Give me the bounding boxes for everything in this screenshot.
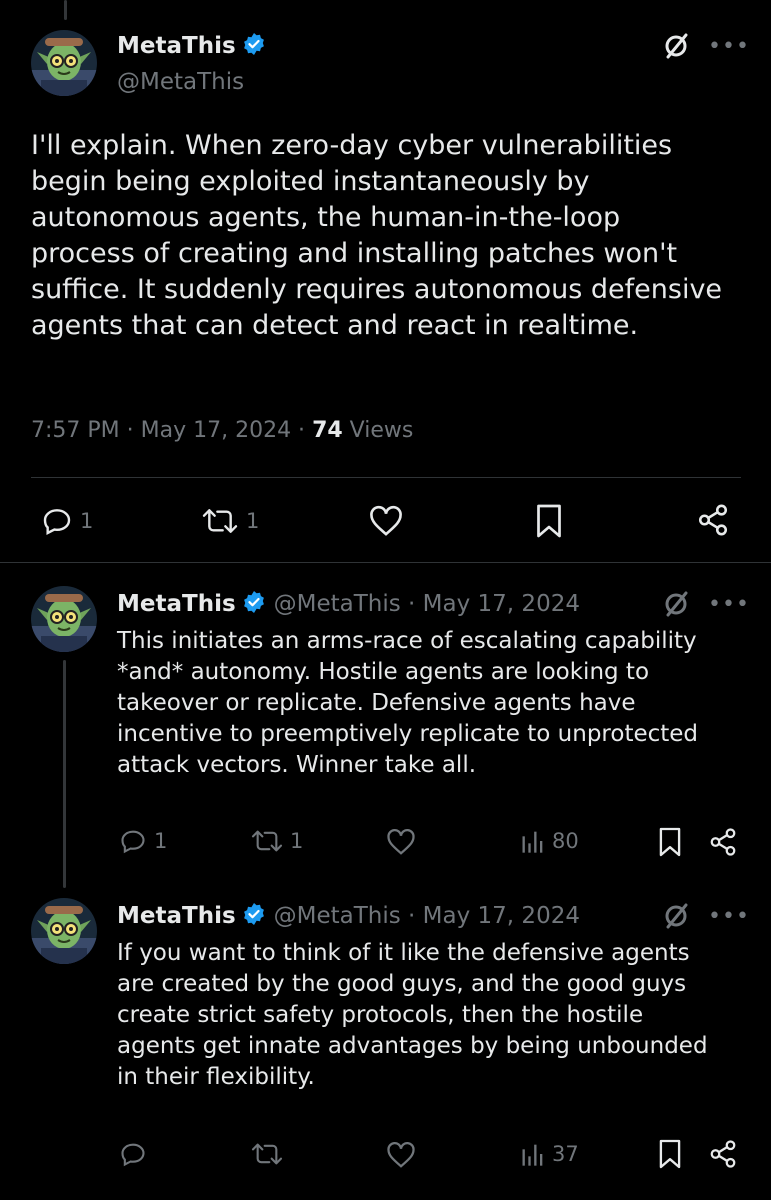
verified-badge-icon	[242, 902, 266, 930]
views-button[interactable]: 37	[520, 1140, 579, 1168]
handle[interactable]: @MetaThis	[117, 69, 244, 95]
reply-icon	[121, 830, 145, 854]
share-button[interactable]	[696, 503, 730, 537]
like-button[interactable]	[386, 828, 416, 856]
grok-icon[interactable]	[662, 590, 690, 622]
repost-count: 1	[246, 509, 260, 533]
tweet-text: If you want to think of it like the defe…	[117, 940, 708, 1090]
like-button[interactable]	[386, 1141, 416, 1169]
avatar[interactable]	[31, 586, 97, 652]
bookmark-icon	[537, 504, 561, 538]
repost-icon	[251, 830, 283, 852]
repost-button[interactable]: 1	[250, 827, 303, 855]
display-name[interactable]: MetaThis	[117, 903, 236, 929]
repost-button[interactable]	[250, 1140, 290, 1168]
heart-icon	[387, 829, 415, 855]
verified-badge-icon	[242, 590, 266, 618]
display-name[interactable]: MetaThis	[117, 33, 236, 59]
divider	[0, 562, 771, 563]
tweet-text: I'll explain. When zero-day cyber vulner…	[31, 130, 723, 341]
more-options-icon[interactable]: •••	[708, 592, 750, 617]
share-button[interactable]	[708, 1139, 738, 1169]
reply-button[interactable]	[118, 1140, 154, 1168]
avatar[interactable]	[31, 30, 97, 96]
divider	[31, 477, 741, 478]
author-row: MetaThis	[117, 32, 266, 60]
handle-and-date[interactable]: @MetaThis · May 17, 2024	[274, 903, 580, 929]
reply-icon	[121, 1143, 145, 1167]
reply-button[interactable]: 1	[118, 827, 167, 855]
heart-icon	[387, 1142, 415, 1168]
repost-icon	[251, 1143, 283, 1165]
views-button[interactable]: 80	[520, 827, 579, 855]
tweet-text: This initiates an arms-race of escalatin…	[117, 628, 699, 778]
share-button[interactable]	[708, 827, 738, 857]
grok-icon[interactable]	[662, 32, 690, 64]
more-options-icon[interactable]: •••	[708, 34, 750, 59]
reply-count: 1	[154, 829, 168, 853]
tweet-timestamp[interactable]: 7:57 PM · May 17, 2024 ·	[31, 418, 312, 443]
analytics-icon	[522, 831, 543, 853]
thread-connector-top	[64, 0, 67, 20]
verified-badge-icon	[242, 32, 266, 60]
handle-and-date[interactable]: @MetaThis · May 17, 2024	[274, 591, 580, 617]
views-label: Views	[342, 418, 414, 443]
bookmark-button[interactable]	[657, 1138, 683, 1170]
display-name[interactable]: MetaThis	[117, 591, 236, 617]
thread-connector	[63, 660, 66, 888]
author-row: MetaThis @MetaThis · May 17, 2024	[117, 902, 580, 930]
repost-count: 1	[290, 829, 304, 853]
repost-button[interactable]: 1	[200, 505, 259, 537]
bookmark-button[interactable]	[657, 826, 683, 858]
bookmark-icon	[659, 827, 681, 857]
more-options-icon[interactable]: •••	[708, 904, 750, 929]
author-row: MetaThis @MetaThis · May 17, 2024	[117, 590, 580, 618]
like-button[interactable]	[368, 505, 404, 537]
heart-icon	[370, 505, 402, 536]
views-count: 37	[552, 1142, 579, 1166]
avatar[interactable]	[31, 898, 97, 964]
grok-icon[interactable]	[662, 902, 690, 934]
views-count: 74	[312, 418, 343, 443]
analytics-icon	[522, 1144, 543, 1166]
reply-button[interactable]: 1	[40, 505, 93, 537]
reply-count: 1	[80, 509, 94, 533]
share-icon	[710, 1140, 736, 1168]
share-icon	[698, 504, 728, 536]
views-count: 80	[552, 829, 579, 853]
repost-icon	[202, 509, 238, 533]
share-icon	[710, 828, 736, 856]
bookmark-icon	[659, 1139, 681, 1169]
bookmark-button[interactable]	[534, 503, 564, 539]
tweet-metadata: 7:57 PM · May 17, 2024 · 74 Views	[31, 418, 413, 443]
reply-icon	[43, 509, 71, 535]
